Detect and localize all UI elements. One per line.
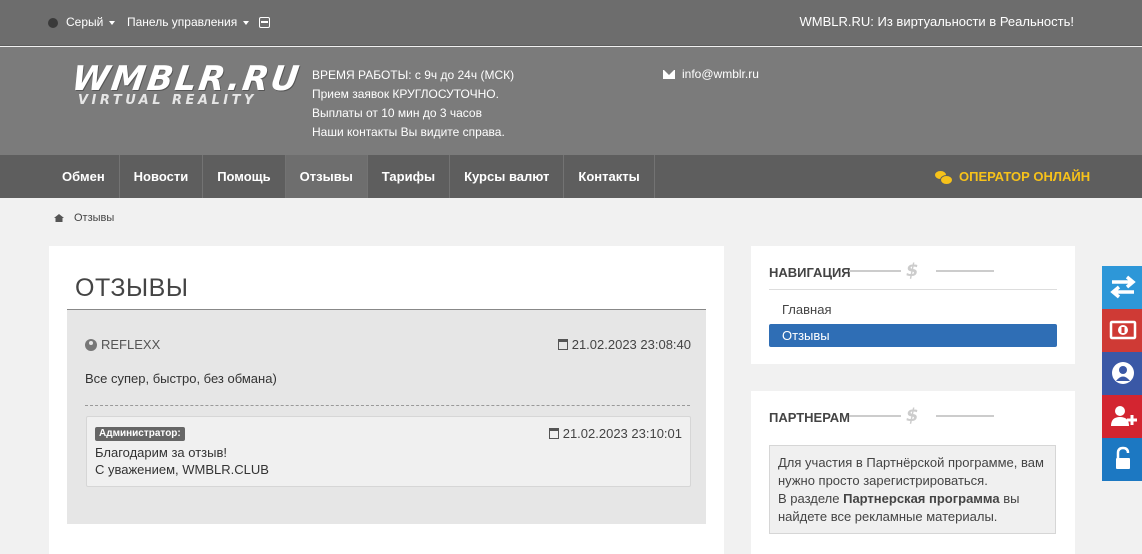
account-quick-button[interactable]	[1102, 352, 1142, 395]
review-text: Все супер, быстро, без обмана)	[85, 371, 277, 386]
sidebar-partners-title: ПАРТНЕРАМ	[769, 410, 850, 425]
partner-text-2a: В разделе	[778, 491, 844, 506]
answer-date-text: 21.02.2023 23:10:01	[562, 426, 682, 441]
review-item: REFLEXX 21.02.2023 23:08:40 Все супер, б…	[67, 310, 706, 524]
partner-text-1: Для участия в Партнёрской программе, вам…	[778, 455, 1044, 488]
dollar-ornament-icon: $	[906, 405, 919, 426]
main-nav: Обмен Новости Помощь Отзывы Тарифы Курсы…	[0, 155, 1142, 198]
orders-info: Прием заявок КРУГЛОСУТОЧНО.	[312, 87, 499, 101]
chat-icon	[935, 171, 953, 185]
nav-item-help[interactable]: Помощь	[203, 155, 286, 198]
calendar-icon	[557, 339, 568, 350]
contact-email[interactable]: info@wmblr.ru	[663, 66, 759, 82]
title-decoration	[849, 270, 901, 272]
home-icon[interactable]	[54, 214, 64, 222]
breadcrumb: Отзывы	[54, 212, 114, 224]
sidebar-divider	[769, 289, 1057, 290]
title-decoration	[936, 270, 994, 272]
breadcrumb-current: Отзывы	[74, 212, 115, 224]
exchange-arrows-icon	[1110, 275, 1136, 299]
theme-color-dot	[48, 18, 58, 28]
nav-item-rates[interactable]: Курсы валют	[450, 155, 565, 198]
money-quick-button[interactable]	[1102, 309, 1142, 352]
review-date: 21.02.2023 23:08:40	[557, 337, 691, 352]
login-quick-button[interactable]	[1102, 438, 1142, 481]
site-header: WMBLR.RU VIRTUAL REALITY ВРЕМЯ РАБОТЫ: с…	[0, 47, 1142, 155]
register-quick-button[interactable]	[1102, 395, 1142, 438]
nav-item-news[interactable]: Новости	[120, 155, 204, 198]
envelope-icon	[663, 70, 675, 79]
work-info: ВРЕМЯ РАБОТЫ: с 9ч до 24ч (МСК) Прием за…	[312, 66, 514, 142]
calendar-icon	[548, 428, 559, 439]
admin-badge: Администратор:	[95, 427, 185, 441]
theme-dropdown-label: Серый	[66, 15, 104, 29]
sidebar-partners: ПАРТНЕРАМ $ Для участия в Партнёрской пр…	[751, 391, 1075, 554]
chevron-down-icon	[109, 20, 116, 25]
logo-main-text: WMBLR.RU	[69, 59, 304, 99]
main-content: ОТЗЫВЫ REFLEXX 21.02.2023 23:08:40 Все с…	[49, 246, 724, 554]
review-date-text: 21.02.2023 23:08:40	[571, 337, 691, 352]
chevron-down-icon	[243, 20, 250, 25]
page-title: ОТЗЫВЫ	[75, 274, 189, 302]
work-hours: ВРЕМЯ РАБОТЫ: с 9ч до 24ч (МСК)	[312, 68, 515, 82]
site-logo[interactable]: WMBLR.RU VIRTUAL REALITY	[69, 59, 304, 108]
operator-label: ОПЕРАТОР ОНЛАЙН	[959, 169, 1091, 184]
site-slogan: WMBLR.RU: Из виртуальности в Реальность!	[799, 14, 1075, 29]
partner-program-link[interactable]: Партнерская программа	[843, 491, 1000, 506]
nav-item-contacts[interactable]: Контакты	[564, 155, 655, 198]
user-plus-icon	[1111, 406, 1137, 426]
theme-dropdown[interactable]: Серый	[66, 15, 116, 29]
answer-line-2: С уважением, WMBLR.CLUB	[95, 462, 269, 477]
answer-line-1: Благодарим за отзыв!	[95, 445, 227, 460]
nav-item-exchange[interactable]: Обмен	[48, 155, 120, 198]
review-author: REFLEXX	[85, 337, 160, 352]
partner-text-2: В разделе Партнерская программа вы найде…	[778, 490, 1047, 526]
sidebar-item-home[interactable]: Главная	[769, 298, 1057, 321]
top-bar: Серый Панель управления WMBLR.RU: Из вир…	[0, 0, 1142, 46]
review-author-name: REFLEXX	[101, 337, 161, 352]
panel-dropdown-label: Панель управления	[127, 15, 238, 29]
nav-item-tariffs[interactable]: Тарифы	[368, 155, 451, 198]
collapse-icon[interactable]	[259, 17, 270, 28]
sidebar-nav-title: НАВИГАЦИЯ	[769, 265, 851, 280]
title-decoration	[936, 415, 994, 417]
unlock-icon	[1116, 446, 1130, 469]
dollar-ornament-icon: $	[906, 260, 919, 281]
panel-dropdown[interactable]: Панель управления	[127, 15, 250, 29]
title-decoration	[849, 415, 901, 417]
answer-date: 21.02.2023 23:10:01	[548, 426, 682, 441]
banknote-icon	[1109, 320, 1137, 340]
payouts-info: Выплаты от 10 мин до 3 часов	[312, 106, 482, 120]
sidebar-item-reviews[interactable]: Отзывы	[769, 324, 1057, 347]
user-circle-icon	[1112, 362, 1134, 384]
user-icon	[85, 339, 97, 351]
operator-online-button[interactable]: ОПЕРАТОР ОНЛАЙН	[935, 169, 1091, 185]
sidebar-navigation: НАВИГАЦИЯ $ Главная Отзывы	[751, 246, 1075, 364]
answer-text: Благодарим за отзыв! С уважением, WMBLR.…	[95, 444, 269, 478]
partner-info-box: Для участия в Партнёрской программе, вам…	[769, 445, 1056, 534]
email-text: info@wmblr.ru	[682, 67, 759, 81]
review-divider	[85, 405, 690, 406]
nav-item-reviews[interactable]: Отзывы	[285, 155, 368, 198]
exchange-quick-button[interactable]	[1102, 266, 1142, 309]
contacts-info: Наши контакты Вы видите справа.	[312, 125, 505, 139]
admin-answer: Администратор: 21.02.2023 23:10:01 Благо…	[86, 416, 691, 487]
